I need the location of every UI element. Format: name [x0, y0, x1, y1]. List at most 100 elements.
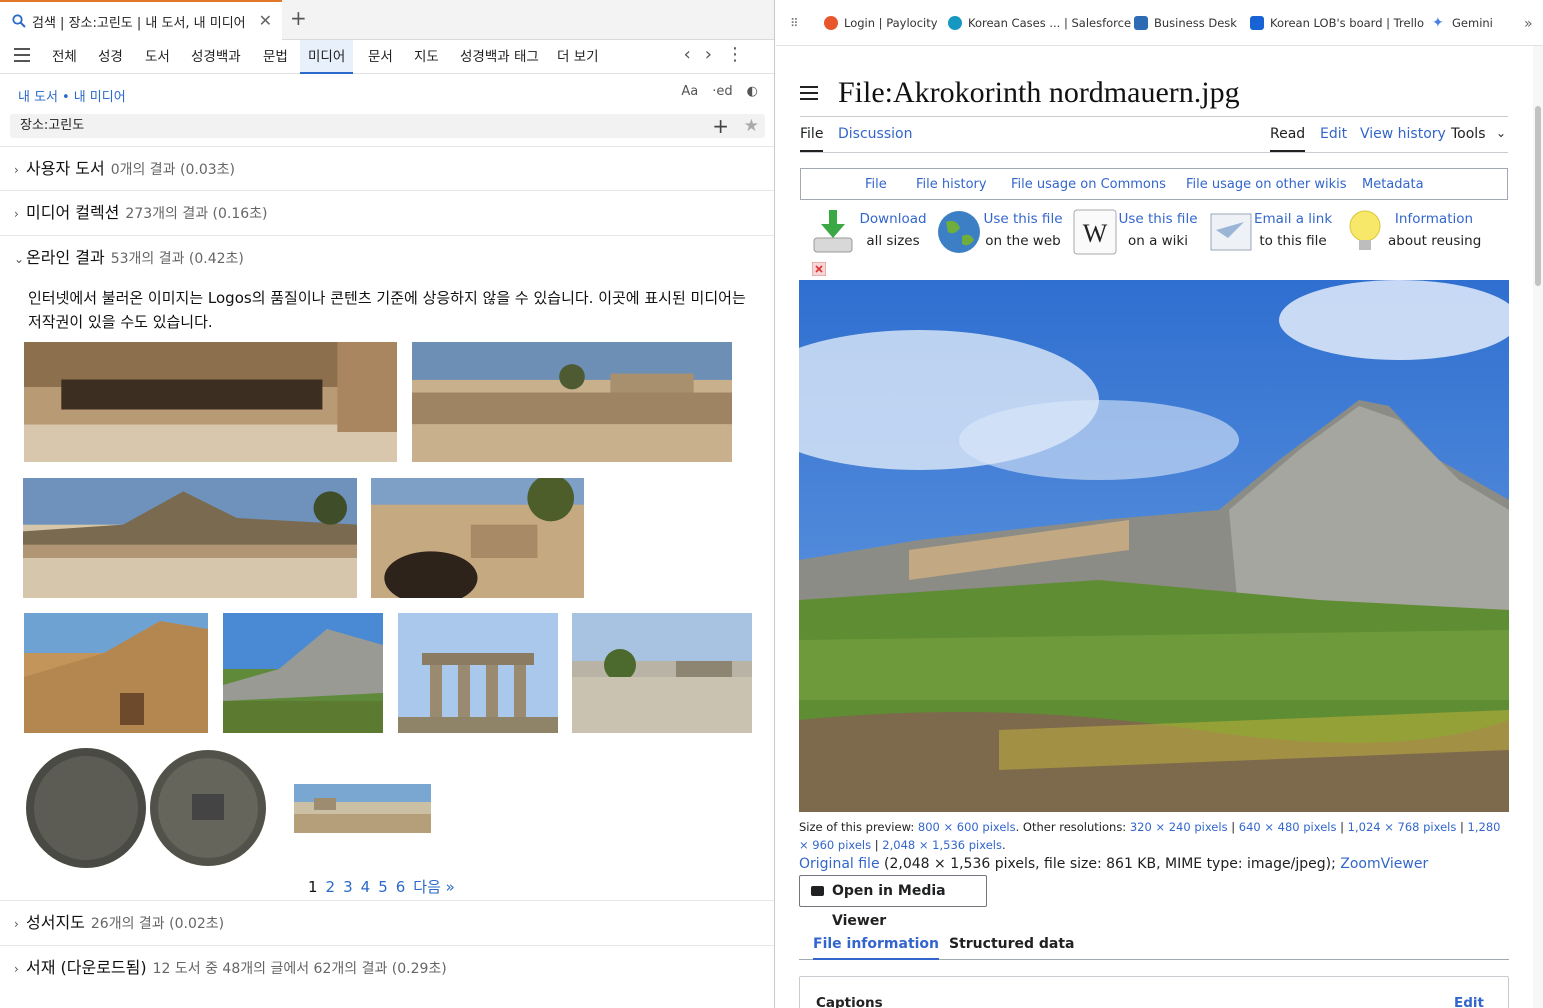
use-wiki-link[interactable]: Use this file [1118, 208, 1198, 230]
search-icon [12, 14, 26, 28]
bookmark-trello[interactable]: Korean LOB's board | Trello [1250, 16, 1424, 30]
table-of-contents-icon[interactable] [800, 86, 818, 102]
nav-file-history[interactable]: File history [916, 177, 987, 192]
nav-factbook[interactable]: 성경백과 [183, 40, 249, 74]
tab-view-history[interactable]: View history [1360, 126, 1446, 152]
preview-size-link[interactable]: 800 × 600 pixels [918, 820, 1016, 834]
tab-discussion[interactable]: Discussion [838, 126, 912, 152]
edit-captions-link[interactable]: Edit [1454, 995, 1484, 1008]
page-5[interactable]: 5 [378, 878, 388, 896]
image-result[interactable] [398, 613, 558, 733]
email-link[interactable]: Email a link [1254, 208, 1332, 230]
breadcrumb-my-media[interactable]: 내 미디어 [74, 90, 126, 105]
nav-all[interactable]: 전체 [44, 40, 85, 74]
wikipedia-icon[interactable]: W [1072, 208, 1118, 256]
tab-file[interactable]: File [800, 126, 824, 152]
section-meta: 273개의 결과 (0.16초) [125, 206, 268, 222]
bookmark-business-desk[interactable]: Business Desk [1134, 16, 1237, 30]
resolution-link[interactable]: 640 × 480 pixels [1239, 820, 1337, 834]
resolution-link[interactable]: 320 × 240 pixels [1130, 820, 1228, 834]
search-input[interactable]: 장소:고린도 + ★ [10, 114, 765, 138]
nav-file[interactable]: File [865, 177, 887, 192]
font-size-icon[interactable]: Aa [681, 84, 698, 99]
nav-grammar[interactable]: 문법 [255, 40, 296, 74]
image-result[interactable] [572, 613, 752, 733]
image-result[interactable] [412, 342, 732, 462]
chevron-right-icon: › [14, 163, 19, 177]
bookmark-gemini[interactable]: ✦ Gemini [1432, 16, 1493, 30]
nav-arrows[interactable]: ‹›⋮ [684, 44, 758, 65]
email-action: Email a link to this file [1254, 208, 1332, 260]
section-user-books[interactable]: › 사용자 도서 0개의 결과 (0.03초) [0, 146, 774, 190]
nav-metadata[interactable]: Metadata [1362, 177, 1424, 192]
coin-image-result[interactable] [24, 748, 267, 868]
nav-media[interactable]: 미디어 [300, 40, 354, 74]
new-tab-icon[interactable]: + [290, 6, 307, 30]
nav-books[interactable]: 도서 [137, 40, 178, 74]
close-icon[interactable]: ✕ [259, 11, 272, 30]
scrollbar[interactable] [1533, 46, 1543, 1008]
section-atlas[interactable]: › 성서지도 26개의 결과 (0.02초) [0, 900, 774, 944]
nav-more[interactable]: 더 보기 [549, 40, 607, 74]
image-icon [811, 886, 824, 896]
file-preview-image[interactable] [799, 280, 1509, 812]
other-resolutions-label: . Other resolutions: [1015, 820, 1127, 834]
tab-tools[interactable]: Tools [1451, 126, 1486, 152]
email-icon[interactable] [1208, 208, 1254, 256]
section-library[interactable]: › 서재 (다운로드됨) 12 도서 중 48개의 글에서 62개의 결과 (0.2… [0, 945, 774, 989]
bookmark-paylocity[interactable]: Login | Paylocity [824, 16, 938, 30]
page-6[interactable]: 6 [396, 878, 406, 896]
info-action: Information about reusing [1388, 208, 1481, 260]
info-link[interactable]: Information [1388, 208, 1480, 230]
original-file-link[interactable]: Original file [799, 856, 880, 872]
nav-factbook-tags[interactable]: 성경백과 태그 [452, 40, 547, 74]
image-result[interactable] [23, 478, 357, 598]
resolution-link[interactable]: 1,024 × 768 pixels [1348, 820, 1457, 834]
page-2[interactable]: 2 [326, 878, 336, 896]
image-result[interactable] [24, 613, 208, 733]
tab-read[interactable]: Read [1270, 126, 1306, 152]
breadcrumb-my-library[interactable]: 내 도서 [18, 90, 58, 105]
open-media-viewer-button[interactable]: Open in Media Viewer [799, 875, 987, 929]
search-kind-nav: 전체 성경 도서 성경백과 문법 미디어 문서 지도 성경백과 태그 더 보기 … [0, 40, 774, 74]
page-3[interactable]: 3 [343, 878, 353, 896]
ed-icon[interactable]: ·ed [712, 84, 732, 99]
tab-file-information[interactable]: File information [813, 936, 940, 960]
visual-filter-icon[interactable]: ◐ [747, 84, 758, 99]
apps-icon[interactable]: ⠿ [790, 16, 798, 30]
bookmark-salesforce[interactable]: Korean Cases ... | Salesforce [948, 16, 1131, 30]
tab-structured-data[interactable]: Structured data [949, 936, 1075, 960]
section-name: 온라인 결과 [26, 248, 105, 267]
use-wiki-action: Use this file on a wiki [1118, 208, 1198, 260]
image-result[interactable] [371, 478, 584, 598]
use-web-link[interactable]: Use this file [982, 208, 1064, 230]
chevron-right-icon: › [14, 207, 19, 221]
download-icon[interactable] [810, 208, 856, 256]
menu-icon[interactable] [14, 48, 30, 62]
page-4[interactable]: 4 [361, 878, 371, 896]
section-online-results[interactable]: ⌄ 온라인 결과 53개의 결과 (0.42초) [0, 235, 774, 279]
nav-bible[interactable]: 성경 [90, 40, 131, 74]
tab-edit[interactable]: Edit [1320, 126, 1347, 152]
image-result[interactable] [24, 342, 397, 462]
nav-file-usage-commons[interactable]: File usage on Commons [1011, 177, 1166, 192]
chevron-down-icon[interactable]: ⌄ [1496, 126, 1506, 152]
lightbulb-icon[interactable] [1342, 208, 1388, 256]
star-icon[interactable]: ★ [744, 114, 759, 138]
nav-maps[interactable]: 지도 [406, 40, 447, 74]
more-bookmarks-icon[interactable]: » [1524, 16, 1533, 32]
file-section-nav: File File history File usage on Commons … [800, 168, 1508, 200]
business-desk-icon [1134, 16, 1148, 30]
nav-documents[interactable]: 문서 [360, 40, 401, 74]
nav-file-usage-other-wikis[interactable]: File usage on other wikis [1186, 177, 1347, 192]
add-icon[interactable]: + [712, 114, 729, 138]
image-result[interactable] [294, 784, 431, 833]
search-tab[interactable]: 검색 | 장소:고린도 | 내 도서, 내 미디어 ✕ [0, 0, 282, 40]
image-result[interactable] [223, 613, 383, 733]
next-page-link[interactable]: 다음 » [413, 878, 455, 896]
section-media-collections[interactable]: › 미디어 컬렉션 273개의 결과 (0.16초) [0, 190, 774, 234]
zoomviewer-link[interactable]: ZoomViewer [1340, 856, 1428, 872]
globe-icon[interactable] [936, 208, 982, 256]
download-link[interactable]: Download [856, 208, 930, 230]
resolution-link[interactable]: 2,048 × 1,536 pixels [882, 838, 1002, 852]
